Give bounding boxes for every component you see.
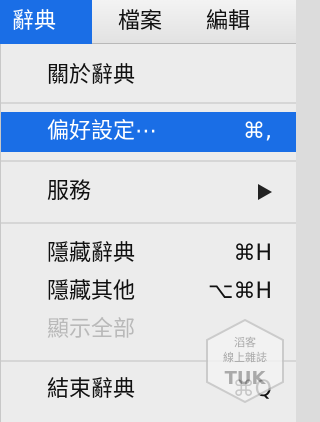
watermark-line2: 線上雜誌: [223, 350, 267, 364]
menu-item-hide-app-shortcut: ⌘H: [233, 241, 272, 266]
watermark-line3: TUK: [225, 368, 267, 389]
menu-separator: [1, 160, 296, 162]
menu-item-about-label: 關於辭典: [47, 63, 136, 88]
menu-item-hide-others-label: 隱藏其他: [47, 279, 136, 304]
menu-item-show-all-label: 顯示全部: [47, 317, 136, 342]
menu-item-preferences[interactable]: 偏好設定⋯ ⌘,: [1, 112, 296, 152]
menu-bar-item-dictionary[interactable]: 辭典: [0, 0, 92, 44]
watermark-line1: 滔客: [234, 335, 256, 349]
menu-item-services-label: 服務: [47, 179, 92, 204]
triangle-right-icon: [258, 184, 272, 200]
menu-item-quit-label: 結束辭典: [47, 377, 136, 402]
menu-separator: [1, 222, 296, 224]
menu-item-hide-app-label: 隱藏辭典: [47, 241, 136, 266]
menu-item-preferences-label: 偏好設定⋯: [47, 119, 158, 144]
menu-item-preferences-shortcut: ⌘,: [243, 119, 272, 144]
watermark-logo-icon: 滔客 線上雜誌 TUK: [206, 318, 284, 404]
menu-separator: [1, 102, 296, 104]
menu-bar-item-file[interactable]: 檔案: [106, 0, 174, 44]
menu-bar-item-edit[interactable]: 編輯: [194, 0, 262, 44]
watermark-logo: 滔客 線上雜誌 TUK: [200, 316, 290, 406]
menu-item-services[interactable]: 服務: [1, 172, 296, 212]
menu-item-hide-app[interactable]: 隱藏辭典 ⌘H: [1, 234, 296, 274]
menu-item-about[interactable]: 關於辭典: [1, 56, 296, 96]
menu-item-hide-others-shortcut: ⌥⌘H: [208, 279, 272, 304]
menu-bar: 辭典 檔案 編輯: [0, 0, 296, 44]
menu-item-hide-others[interactable]: 隱藏其他 ⌥⌘H: [1, 272, 296, 312]
